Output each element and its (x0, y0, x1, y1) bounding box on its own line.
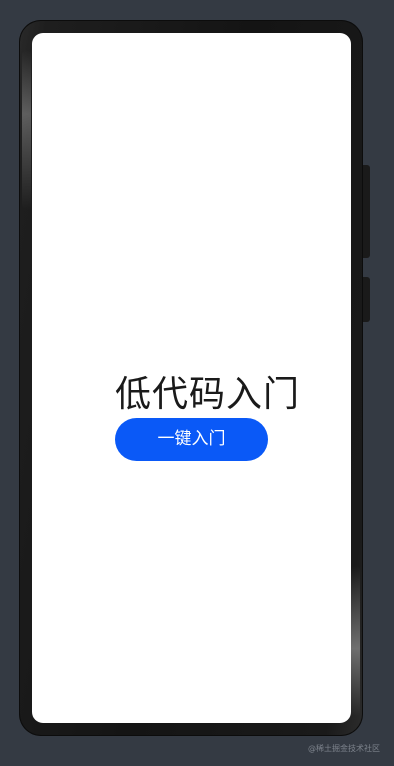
start-button[interactable]: 一键入门 (115, 418, 268, 461)
page-title: 低代码入门 (114, 374, 300, 415)
watermark: @稀土掘金技术社区 (308, 744, 380, 753)
bezel-highlight-left (22, 50, 31, 210)
volume-button[interactable] (363, 165, 370, 258)
emulator-stage: 低代码入门 一键入门 @稀土掘金技术社区 (0, 0, 394, 766)
phone-screen: 低代码入门 一键入门 (32, 33, 351, 723)
power-button[interactable] (363, 277, 370, 322)
bezel-highlight-right (351, 566, 360, 716)
